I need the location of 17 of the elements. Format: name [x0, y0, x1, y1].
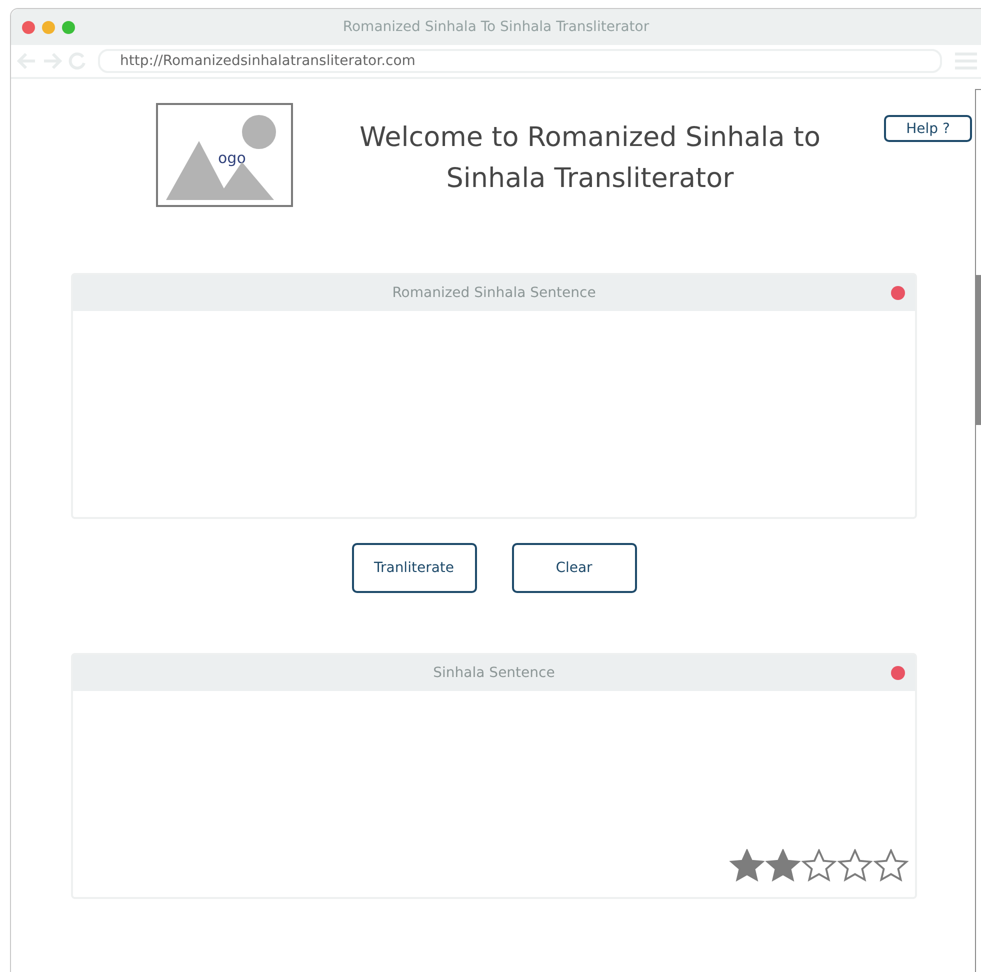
empty-star-icon[interactable]: [873, 849, 909, 883]
logo-text: ogo: [218, 149, 246, 167]
empty-star-icon[interactable]: [837, 849, 873, 883]
address-field[interactable]: http://Romanizedsinhalatransliterator.com: [98, 49, 942, 73]
help-button[interactable]: Help ?: [884, 115, 972, 142]
close-button[interactable]: [22, 20, 35, 34]
window-title: Romanized Sinhala To Sinhala Transliterator: [342, 19, 650, 35]
panel-title: Sinhala Sentence: [433, 665, 555, 681]
action-button[interactable]: Tranliterate: [352, 543, 476, 593]
panel-title: Romanized Sinhala Sentence: [392, 285, 596, 301]
scrollbar-thumb[interactable]: [976, 275, 981, 425]
minimize-button[interactable]: [42, 20, 55, 34]
filled-star-icon[interactable]: [729, 849, 765, 883]
filled-star-icon[interactable]: [765, 849, 801, 883]
maximize-button[interactable]: [62, 20, 75, 34]
page-heading: Welcome to Romanized Sinhala to Sinhala Transliterator: [358, 121, 822, 196]
action-button[interactable]: Clear: [512, 543, 636, 593]
